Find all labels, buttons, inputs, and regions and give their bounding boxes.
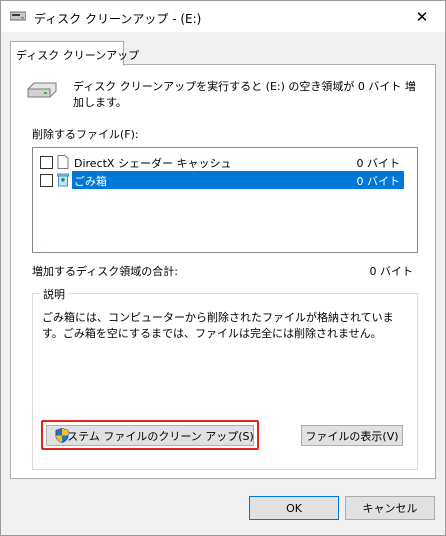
drive-icon (27, 82, 57, 98)
file-icon (57, 155, 69, 169)
disk-cleanup-dialog: ディスク クリーンアップ - (E:) ✕ ディスク クリーンアップ ディスク … (0, 0, 446, 536)
close-icon: ✕ (415, 7, 429, 26)
files-list[interactable]: DirectX シェーダー キャッシュ 0 バイト ごみ箱 0 バイト (32, 147, 418, 253)
description-text: ごみ箱には、コンピューターから削除されたファイルが格納されています。ごみ箱を空に… (42, 311, 394, 340)
red-highlight-box (41, 420, 259, 450)
recycle-bin-icon (57, 173, 69, 187)
view-files-label: ファイルの表示(V) (305, 429, 399, 443)
file-size: 0 バイト (356, 157, 401, 170)
total-space-label: 増加するディスク領域の合計: (32, 265, 178, 278)
file-size: 0 バイト (356, 175, 401, 188)
ok-button[interactable]: OK (249, 496, 339, 520)
view-files-button[interactable]: ファイルの表示(V) (301, 425, 403, 446)
tab-label: ディスク クリーンアップ (16, 49, 140, 62)
tab-panel: ディスク クリーンアップを実行すると (E:) の空き領域が 0 バイト 増加し… (10, 64, 436, 479)
summary-text: ディスク クリーンアップを実行すると (E:) の空き領域が 0 バイト 増加し… (73, 80, 416, 109)
total-space-value: 0 バイト (369, 265, 414, 278)
file-checkbox[interactable] (40, 174, 53, 187)
files-to-delete-label: 削除するファイル(F): (32, 128, 139, 141)
window-title: ディスク クリーンアップ - (E:) (34, 12, 202, 26)
cancel-label: キャンセル (362, 502, 418, 515)
list-item[interactable]: ごみ箱 0 バイト (34, 171, 416, 189)
selection-highlight (72, 171, 404, 189)
close-button[interactable]: ✕ (399, 1, 445, 32)
disk-cleanup-icon (10, 11, 26, 21)
cancel-button[interactable]: キャンセル (345, 496, 435, 520)
file-checkbox[interactable] (40, 156, 53, 169)
title-bar[interactable]: ディスク クリーンアップ - (E:) ✕ (1, 1, 445, 32)
file-name: DirectX シェーダー キャッシュ (74, 157, 232, 170)
file-name: ごみ箱 (74, 175, 107, 188)
description-title: 説明 (40, 286, 68, 302)
tab-disk-cleanup[interactable]: ディスク クリーンアップ (10, 41, 139, 66)
ok-label: OK (286, 501, 302, 515)
list-item[interactable]: DirectX シェーダー キャッシュ 0 バイト (34, 153, 416, 171)
